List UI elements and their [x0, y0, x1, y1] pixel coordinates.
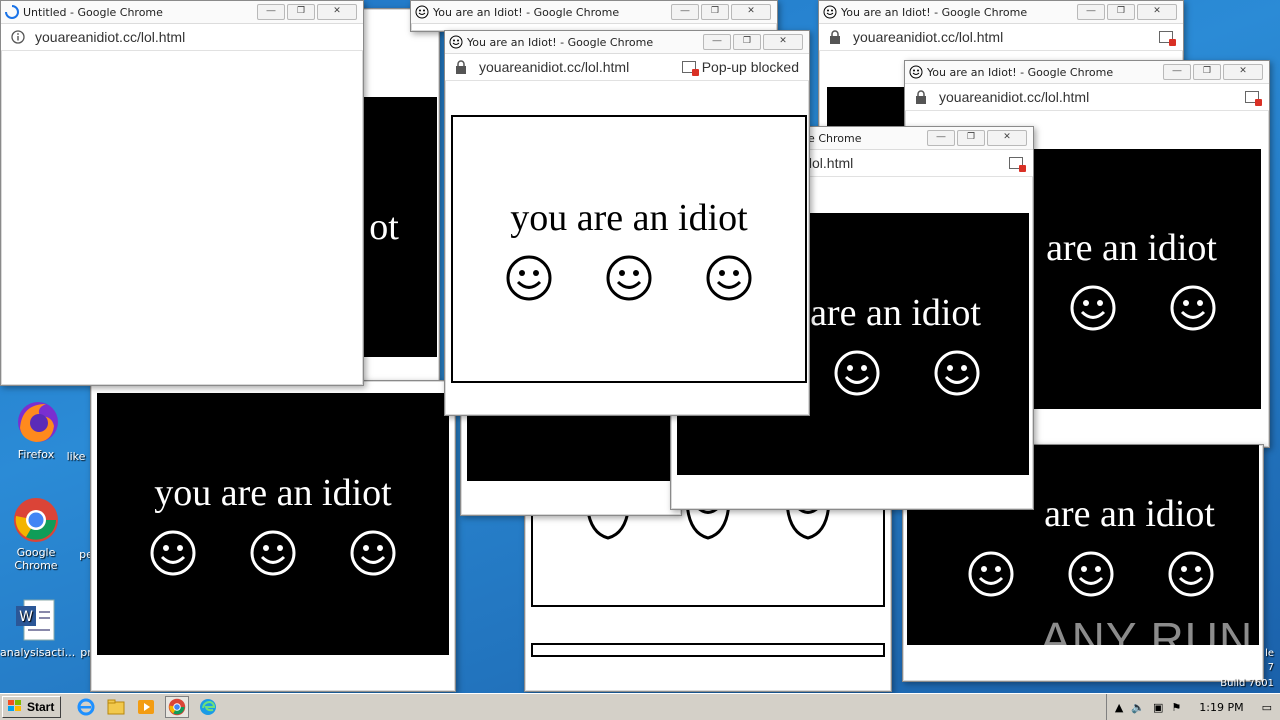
message-text: you are an idiot	[154, 472, 392, 514]
popup-blocked-label: Pop-up blocked	[701, 59, 799, 75]
popup-window-top-mid[interactable]: You are an Idiot! - Google Chrome ― ❐ ✕	[410, 0, 778, 32]
volume-icon[interactable]: 🔈	[1131, 701, 1145, 714]
internet-explorer-icon[interactable]	[75, 697, 97, 717]
popup-blocked-icon[interactable]	[1245, 91, 1262, 106]
os-version-line: 7	[1267, 662, 1274, 673]
smiley-icon	[1170, 285, 1216, 331]
smiley-icon	[250, 530, 296, 576]
address-bar[interactable]: youareanidiot.cc/lol.html	[479, 59, 682, 75]
clock[interactable]: 1:19 PM	[1199, 701, 1243, 714]
popup-window-main[interactable]: You are an Idiot! - Google Chrome ― ❐ ✕ …	[444, 30, 810, 416]
restore-button[interactable]: ❐	[287, 4, 315, 20]
desktop-icon-label: Firefox	[17, 448, 55, 461]
restore-button[interactable]: ❐	[733, 34, 761, 50]
window-title: You are an Idiot! - Google Chrome	[467, 35, 654, 49]
desktop-icon-label: Google Chrome	[14, 546, 58, 572]
close-button[interactable]: ✕	[1137, 4, 1177, 20]
smiley-icon	[506, 255, 552, 301]
popup-blocked-icon[interactable]	[1009, 157, 1026, 172]
smiley-icon	[1068, 551, 1114, 597]
minimize-button[interactable]: ―	[703, 34, 731, 50]
smiley-icon	[150, 530, 196, 576]
lock-icon	[829, 30, 843, 44]
smiley-icon	[834, 350, 880, 396]
action-center-flag-icon[interactable]: ⚑	[1171, 701, 1181, 714]
minimize-button[interactable]: ―	[671, 4, 699, 20]
smiley-icon	[606, 255, 652, 301]
word-document-icon: W	[12, 596, 60, 644]
address-bar[interactable]: /lol.html	[805, 155, 1009, 171]
message-text: are an idiot	[1046, 227, 1217, 269]
smiley-icon	[706, 255, 752, 301]
popup-blocked-icon[interactable]	[1159, 31, 1176, 46]
smiley-favicon	[449, 35, 463, 49]
chrome-taskbar-icon[interactable]	[165, 696, 190, 718]
window-title: Untitled - Google Chrome	[23, 5, 163, 19]
window-title: le Chrome	[805, 131, 862, 145]
smiley-favicon	[415, 5, 429, 19]
browser-window-untitled[interactable]: Untitled - Google Chrome ― ❐ ✕ youareani…	[0, 0, 364, 386]
window-title: You are an Idiot! - Google Chrome	[433, 5, 620, 19]
close-button[interactable]: ✕	[987, 130, 1027, 146]
message-text: ot	[369, 206, 399, 248]
popup-window-back-left[interactable]: ot	[360, 8, 440, 396]
loading-spinner-icon	[5, 5, 19, 19]
anyrun-watermark: ANY RUN	[1040, 613, 1254, 665]
minimize-button[interactable]: ―	[1163, 64, 1191, 80]
close-button[interactable]: ✕	[317, 4, 357, 20]
desktop-icon-label: analysisacti...	[0, 646, 76, 659]
close-button[interactable]: ✕	[731, 4, 771, 20]
address-bar[interactable]: youareanidiot.cc/lol.html	[939, 89, 1245, 105]
desktop-icon-google-chrome[interactable]: Google Chrome	[0, 496, 72, 572]
smiley-icon	[968, 551, 1014, 597]
media-player-icon[interactable]	[135, 697, 157, 717]
message-text: are an idiot	[810, 292, 981, 334]
message-text: are an idiot	[1044, 493, 1215, 535]
smiley-favicon	[909, 65, 923, 79]
restore-button[interactable]: ❐	[957, 130, 985, 146]
close-button[interactable]: ✕	[763, 34, 803, 50]
restore-button[interactable]: ❐	[1107, 4, 1135, 20]
smiley-icon	[934, 350, 980, 396]
minimize-button[interactable]: ―	[257, 4, 285, 20]
info-icon[interactable]	[11, 30, 25, 44]
message-text: you are an idiot	[510, 197, 748, 239]
smiley-icon	[1070, 285, 1116, 331]
start-label: Start	[27, 700, 55, 714]
windows-logo-icon	[7, 699, 23, 716]
edge-icon[interactable]	[197, 697, 219, 717]
show-desktop-icon[interactable]: ▭	[1262, 701, 1272, 714]
popup-window-bottom-left[interactable]: you are an idiot	[90, 380, 456, 692]
restore-button[interactable]: ❐	[701, 4, 729, 20]
close-button[interactable]: ✕	[1223, 64, 1263, 80]
os-version-line: le	[1265, 648, 1274, 659]
system-tray: ▲ 🔈 ▣ ⚑ 1:19 PM ▭	[1105, 694, 1280, 720]
firefox-icon	[12, 398, 60, 446]
minimize-button[interactable]: ―	[927, 130, 955, 146]
address-bar[interactable]: youareanidiot.cc/lol.html	[35, 29, 363, 45]
popup-blocked-indicator[interactable]: Pop-up blocked	[681, 59, 799, 76]
window-title: You are an Idiot! - Google Chrome	[927, 65, 1114, 79]
window-title: You are an Idiot! - Google Chrome	[841, 5, 1028, 19]
taskbar: Start ▲ 🔈 ▣ ⚑ 1:19 PM ▭	[0, 693, 1280, 720]
smiley-favicon	[823, 5, 837, 19]
popup-blocked-icon	[681, 61, 699, 76]
smiley-icon	[350, 530, 396, 576]
smiley-icon	[1168, 551, 1214, 597]
show-hidden-icons-icon[interactable]: ▲	[1115, 701, 1123, 714]
chrome-icon	[12, 496, 60, 544]
desktop-icon-analysis-doc[interactable]: W analysisacti...	[0, 596, 76, 659]
file-explorer-icon[interactable]	[105, 697, 127, 717]
os-build-label: Build 7601	[1220, 678, 1274, 689]
restore-button[interactable]: ❐	[1193, 64, 1221, 80]
svg-text:W: W	[19, 609, 33, 625]
minimize-button[interactable]: ―	[1077, 4, 1105, 20]
address-bar[interactable]: youareanidiot.cc/lol.html	[853, 29, 1159, 45]
start-button[interactable]: Start	[2, 696, 62, 718]
lock-icon[interactable]	[455, 60, 469, 74]
network-icon[interactable]: ▣	[1153, 701, 1163, 714]
lock-icon	[915, 90, 929, 104]
